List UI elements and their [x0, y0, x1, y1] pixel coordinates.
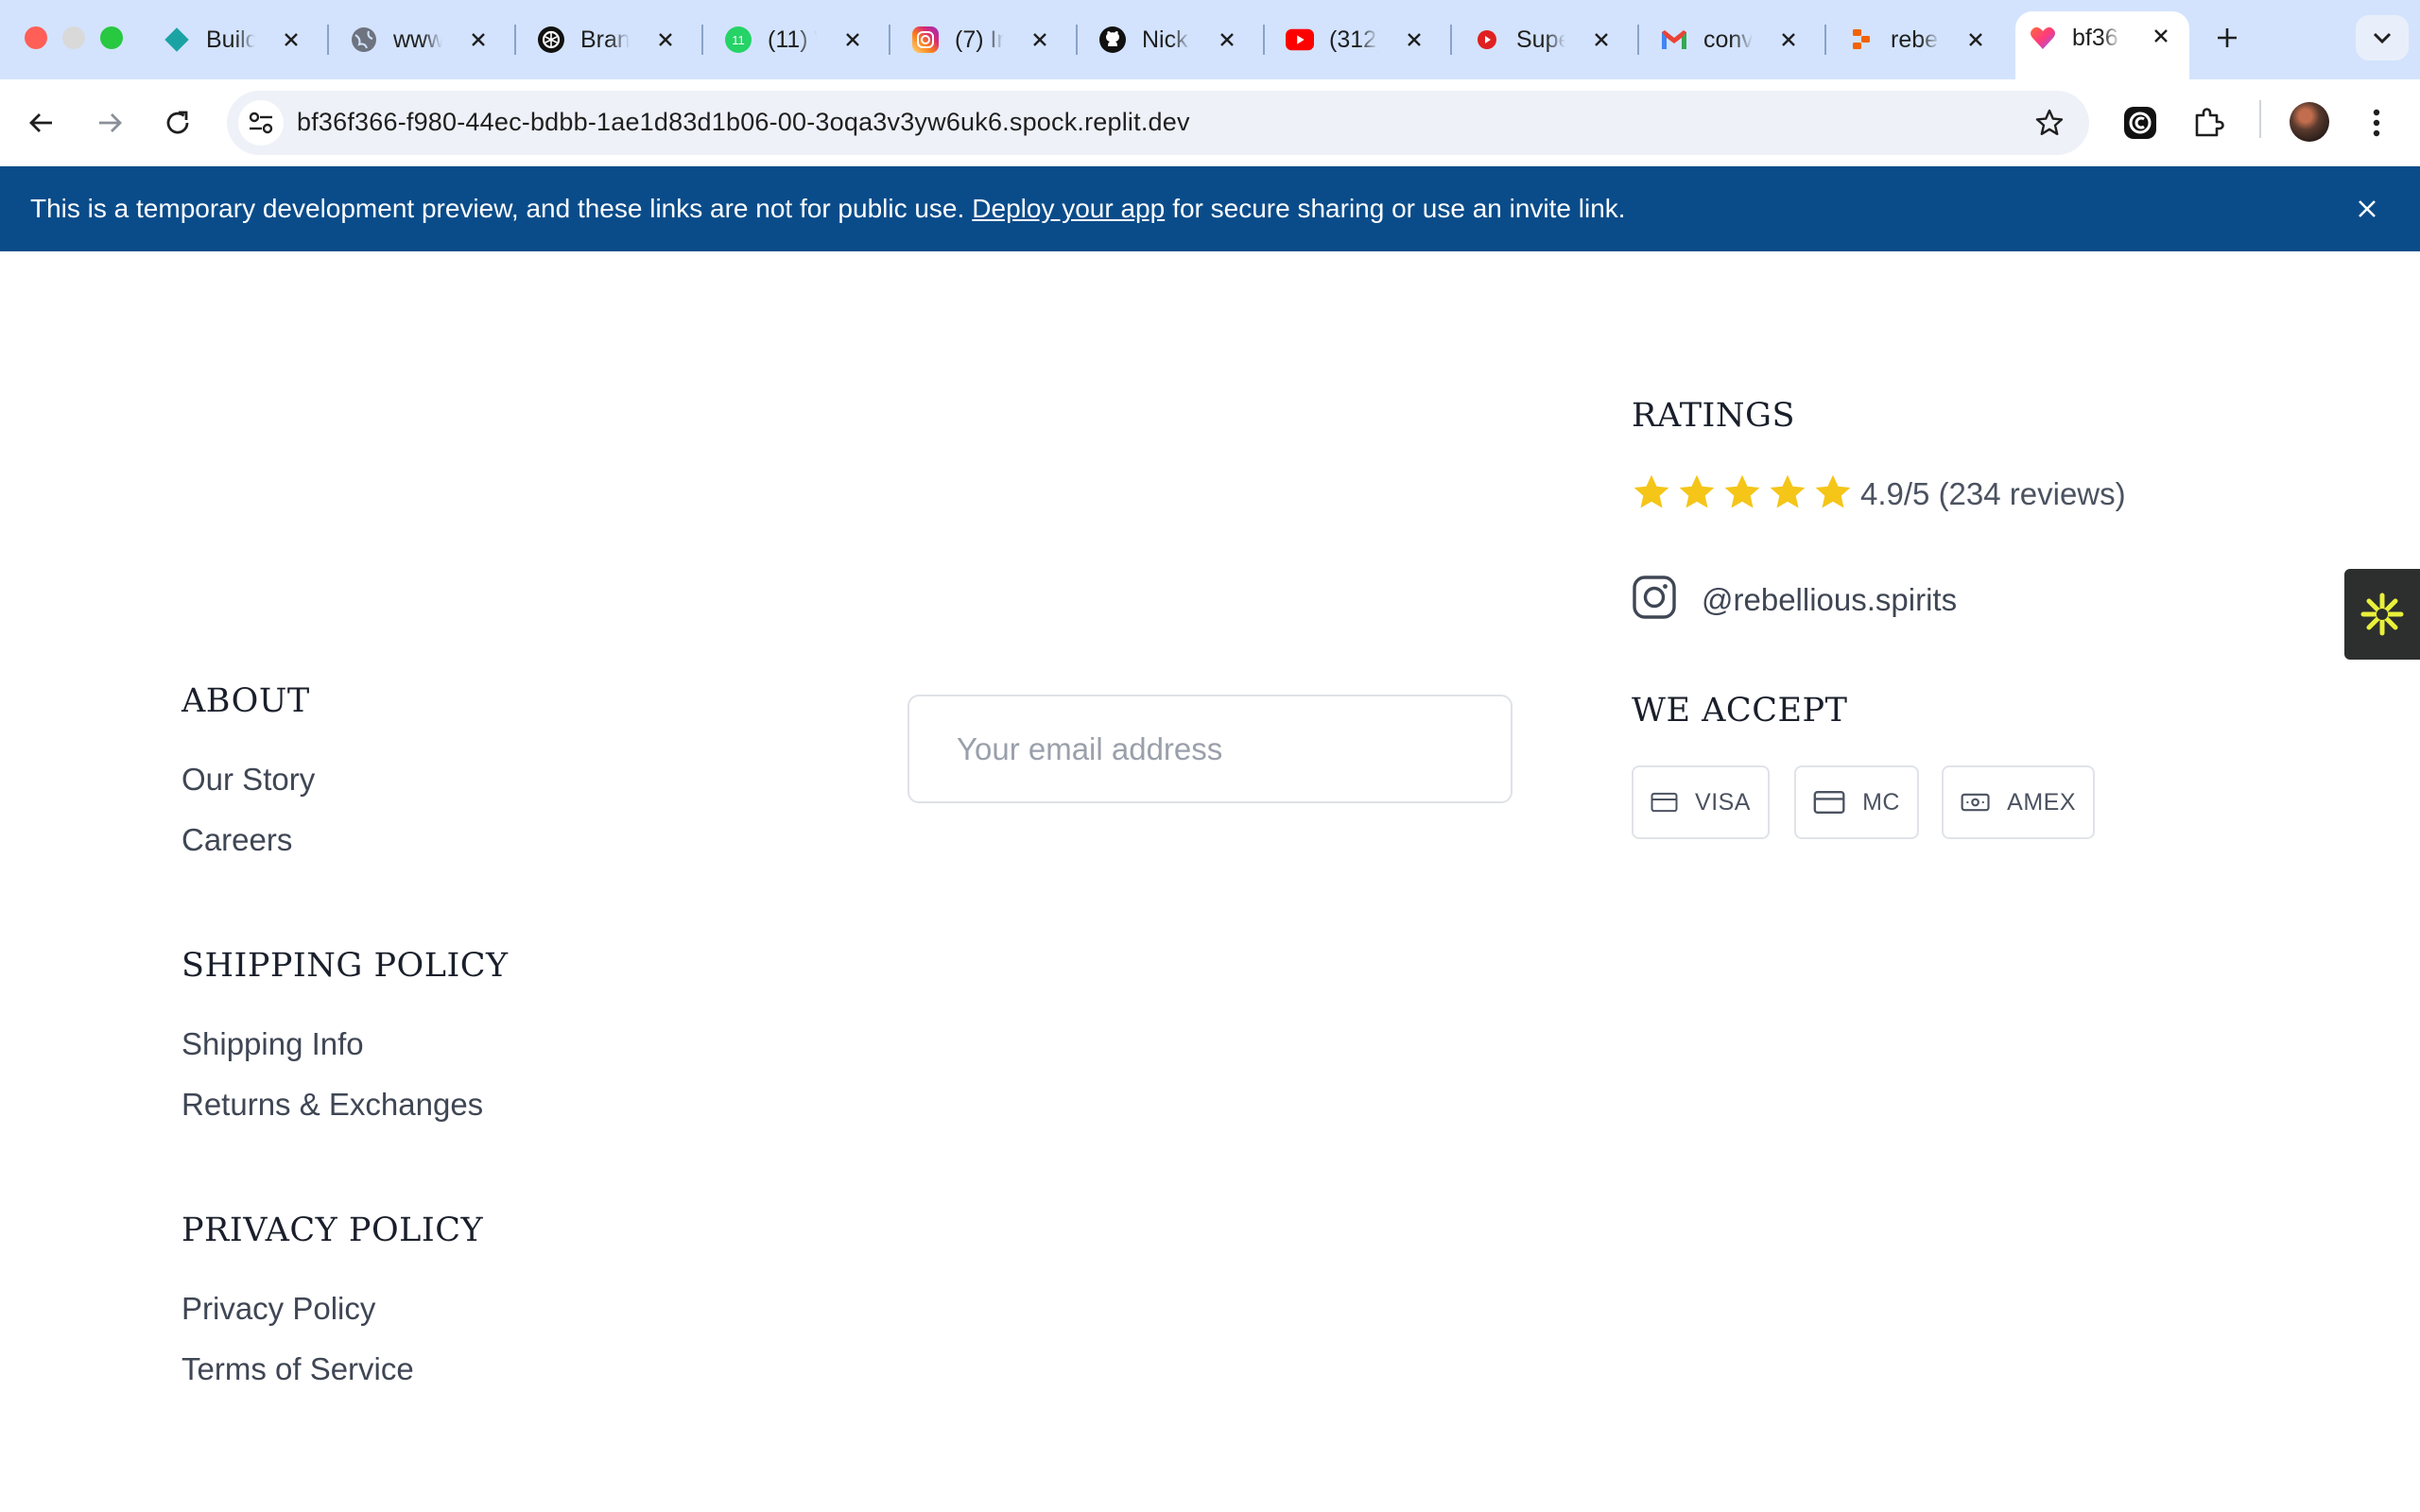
browser-tab[interactable]: 11 (11) W: [711, 15, 881, 64]
banner-text-after: for secure sharing or use an invite link…: [1172, 194, 1626, 223]
close-window-button[interactable]: [25, 26, 47, 49]
whatsapp-icon: 11: [724, 26, 752, 54]
close-tab-icon[interactable]: [276, 25, 306, 55]
youtube-icon: [1286, 26, 1314, 54]
maximize-window-button[interactable]: [100, 26, 123, 49]
bookmark-star-icon[interactable]: [2031, 104, 2068, 142]
profile-avatar[interactable]: [2290, 102, 2329, 142]
tab-separator: [1263, 25, 1265, 55]
dev-preview-banner: This is a temporary development preview,…: [0, 166, 2420, 251]
banner-text: This is a temporary development preview,…: [30, 194, 965, 223]
close-tab-icon[interactable]: [838, 25, 868, 55]
floating-widget-button[interactable]: [2344, 569, 2420, 660]
close-tab-icon[interactable]: [1586, 25, 1616, 55]
site-info-icon[interactable]: [238, 100, 284, 146]
tab-separator: [1824, 25, 1826, 55]
extension-copilot-icon[interactable]: [2118, 100, 2163, 146]
tab-separator: [1076, 25, 1078, 55]
browser-tab[interactable]: Nick: [1085, 15, 1255, 64]
browser-tab[interactable]: (7) In: [898, 15, 1068, 64]
forward-button[interactable]: [87, 100, 132, 146]
deploy-app-link[interactable]: Deploy your app: [972, 194, 1165, 224]
star-icon: [1815, 474, 1851, 508]
tab-separator: [1450, 25, 1452, 55]
browser-tab[interactable]: Build: [149, 15, 320, 64]
shipping-info-link[interactable]: Shipping Info: [182, 1026, 364, 1062]
star-icon: [1679, 474, 1715, 508]
browser-tab[interactable]: Bran: [524, 15, 694, 64]
newsletter-email-field[interactable]: [908, 695, 1512, 803]
new-tab-button[interactable]: [2208, 19, 2246, 57]
credit-card-icon: [1651, 792, 1678, 813]
tab-separator: [701, 25, 703, 55]
credit-card-icon: [1813, 791, 1845, 814]
payment-visa: VISA: [1632, 765, 1770, 839]
openai-icon: [537, 26, 565, 54]
extensions-puzzle-icon[interactable]: [2186, 100, 2231, 146]
close-tab-icon[interactable]: [2146, 21, 2176, 51]
returns-exchanges-link[interactable]: Returns & Exchanges: [182, 1087, 483, 1123]
star-icon: [1634, 474, 1669, 508]
we-accept-heading: WE ACCEPT: [1632, 692, 1848, 730]
back-button[interactable]: [19, 100, 64, 146]
asterisk-icon: [2360, 593, 2404, 636]
ratings-heading: RATINGS: [1632, 397, 1795, 435]
diamond-icon: [163, 26, 191, 54]
close-tab-icon[interactable]: [1961, 25, 1991, 55]
url-text[interactable]: bf36f366-f980-44ec-bdbb-1ae1d83d1b06-00-…: [297, 108, 1190, 137]
close-tab-icon[interactable]: [1212, 25, 1242, 55]
close-tab-icon[interactable]: [463, 25, 493, 55]
browser-tab[interactable]: rebel: [1834, 15, 2004, 64]
privacy-policy-heading: PRIVACY POLICY: [182, 1211, 484, 1249]
payment-mastercard: MC: [1794, 765, 1919, 839]
banknote-icon: [1961, 793, 1990, 812]
browser-tab-active[interactable]: bf36: [2015, 11, 2189, 79]
close-tab-icon[interactable]: [1399, 25, 1429, 55]
browser-tab-strip: Build www Bran 11 (11) W (7) In Nick (3: [0, 0, 2420, 79]
reload-button[interactable]: [155, 100, 200, 146]
tab-search-button[interactable]: [2356, 15, 2409, 60]
close-tab-icon[interactable]: [1773, 25, 1804, 55]
email-input[interactable]: [909, 696, 1511, 801]
browser-tab[interactable]: Supe: [1460, 15, 1630, 64]
careers-link[interactable]: Careers: [182, 822, 292, 858]
instagram-handle-link[interactable]: @rebellious.spirits: [1702, 582, 1957, 618]
privacy-policy-link[interactable]: Privacy Policy: [182, 1291, 375, 1327]
close-tab-icon[interactable]: [1025, 25, 1055, 55]
instagram-icon: [911, 26, 940, 54]
address-bar[interactable]: bf36f366-f980-44ec-bdbb-1ae1d83d1b06-00-…: [227, 91, 2089, 155]
svg-text:11: 11: [732, 33, 745, 47]
tab-separator: [1637, 25, 1639, 55]
tab-separator: [327, 25, 329, 55]
github-icon: [1098, 26, 1127, 54]
about-heading: ABOUT: [182, 682, 310, 720]
browser-tab[interactable]: (312): [1272, 15, 1443, 64]
globe-icon: [350, 26, 378, 54]
browser-menu-icon[interactable]: [2354, 100, 2399, 146]
lovable-icon: [2029, 24, 2057, 52]
close-banner-icon[interactable]: [2352, 194, 2382, 224]
toolbar-divider: [2259, 100, 2261, 138]
payment-amex: AMEX: [1942, 765, 2095, 839]
instagram-icon[interactable]: [1632, 575, 1677, 620]
browser-tab[interactable]: www: [337, 15, 507, 64]
rating-summary: 4.9/5 (234 reviews): [1860, 476, 2126, 511]
tab-separator: [514, 25, 516, 55]
browser-toolbar: bf36f366-f980-44ec-bdbb-1ae1d83d1b06-00-…: [0, 79, 2420, 166]
close-tab-icon[interactable]: [650, 25, 681, 55]
tab-separator: [889, 25, 890, 55]
star-icon: [1770, 474, 1806, 508]
browser-tab[interactable]: conv: [1647, 15, 1817, 64]
star-icon: [1724, 474, 1760, 508]
gmail-icon: [1660, 26, 1688, 54]
replit-icon: [1847, 26, 1876, 54]
shipping-policy-heading: SHIPPING POLICY: [182, 947, 509, 985]
minimize-window-button[interactable]: [62, 26, 85, 49]
rating-stars: [1632, 472, 1853, 512]
our-story-link[interactable]: Our Story: [182, 762, 315, 798]
terms-of-service-link[interactable]: Terms of Service: [182, 1351, 414, 1387]
youtube-red-icon: [1473, 26, 1501, 54]
